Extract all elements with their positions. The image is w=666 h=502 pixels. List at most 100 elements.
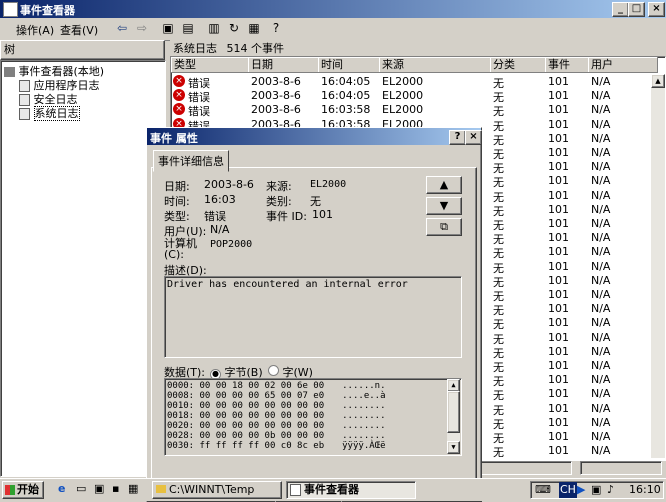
tree-view: 事件查看器(本地) 应用程序日志 安全日志 系统日志 — [0, 60, 166, 477]
col-category[interactable]: 分类 — [490, 57, 546, 73]
data-ascii: ........ — [342, 411, 386, 421]
cell-event: 101 — [548, 259, 569, 273]
tray-ime-icon[interactable]: ⌨ — [535, 482, 551, 498]
cell-user: N/A — [591, 117, 611, 131]
copy-button[interactable]: ⧉ — [426, 218, 462, 236]
data-line: 0030: ff ff ff ff 00 c0 8c eb ÿÿÿÿ.ÀŒë — [167, 441, 386, 451]
forward-arrow-icon[interactable]: ⇨ — [132, 19, 152, 37]
cmd-icon[interactable]: ▪ — [112, 482, 119, 495]
col-source[interactable]: 来源 — [379, 57, 491, 73]
log-icon — [19, 108, 30, 120]
menu-view[interactable]: 查看(V) — [56, 21, 102, 39]
tab-event-details[interactable]: 事件详细信息 — [153, 150, 229, 172]
data-hex: 0000: 00 00 18 00 02 00 6e 00 — [167, 381, 325, 391]
dialog-title: 事件 属性 — [150, 132, 198, 145]
data-ascii: ........ — [342, 401, 386, 411]
cell-event: 101 — [548, 273, 569, 287]
category-value: 无 — [310, 195, 321, 208]
radio-empty-icon — [268, 365, 279, 376]
cell-time: 16:04:05 — [321, 89, 371, 103]
vertical-scrollbar[interactable]: ▲ — [651, 74, 665, 458]
clock: 16:10 — [629, 483, 661, 496]
user-value: N/A — [210, 223, 230, 236]
data-ascii: ........ — [342, 431, 386, 441]
cell-event: 101 — [548, 75, 569, 88]
data-line: 0020: 00 00 00 00 00 00 00 00........ — [167, 421, 386, 431]
cell-user: N/A — [591, 259, 611, 273]
cell-user: N/A — [591, 202, 611, 216]
maximize-button[interactable]: □ — [628, 2, 645, 17]
cell-user: N/A — [591, 75, 611, 88]
cell-user: N/A — [591, 373, 611, 387]
cell-event: 101 — [548, 430, 569, 443]
time-label: 时间: — [164, 195, 190, 208]
cell-event: 101 — [548, 302, 569, 316]
desktop-icon[interactable]: ▭ — [76, 482, 86, 495]
table-row[interactable]: ×错误2003-8-616:03:58EL2000无101N/A — [171, 102, 651, 118]
eventid-value: 101 — [312, 208, 333, 221]
table-row[interactable]: × 错误 2003-8-6 16:04:05 EL2000 无 101 N/A — [171, 74, 651, 90]
window-title: 事件查看器 — [20, 4, 75, 17]
data-hex: 0010: 00 00 00 00 00 00 00 00 — [167, 401, 325, 411]
dialog-close-button[interactable]: × — [465, 130, 482, 145]
col-event[interactable]: 事件 — [545, 57, 589, 73]
cell-event: 101 — [548, 174, 569, 188]
explorer-icon[interactable]: ▣ — [94, 482, 104, 495]
tab-panel: 日期: 2003-8-6 来源: EL2000 时间: 16:03 类别: 无 … — [151, 167, 477, 489]
data-scroll-down[interactable]: ▼ — [447, 441, 460, 454]
refresh-icon[interactable]: ↻ — [224, 19, 244, 37]
cell-event: 101 — [548, 117, 569, 131]
data-view[interactable]: 0000: 00 00 18 00 02 00 6e 00 ......n. 000… — [164, 378, 462, 456]
show-tree-icon[interactable]: ▤ — [178, 19, 198, 37]
next-event-button[interactable]: ▼ — [426, 197, 462, 215]
data-hex: 0020: 00 00 00 00 00 00 00 00 — [167, 421, 325, 431]
export-icon[interactable]: ▦ — [244, 19, 264, 37]
ie-icon[interactable]: e — [58, 482, 65, 495]
tray-volume-icon[interactable]: ♪ — [607, 482, 614, 498]
previous-event-button[interactable]: ▲ — [426, 176, 462, 194]
table-row[interactable]: × 错误 2003-8-6 16:04:05 EL2000 无 101 N/A — [171, 88, 651, 104]
tray-network-icon[interactable]: ▣ — [591, 482, 601, 498]
cell-event: 101 — [548, 330, 569, 344]
back-arrow-icon[interactable]: ⇦ — [112, 19, 132, 37]
col-type[interactable]: 类型 — [171, 57, 249, 73]
cell-user: N/A — [591, 401, 611, 415]
tray-ime-label[interactable]: CH — [559, 482, 577, 498]
error-icon: × — [173, 89, 185, 102]
menu-action[interactable]: 操作(A) — [12, 21, 58, 39]
tree-item-system-log[interactable]: 系统日志 — [19, 105, 80, 121]
cell-user: N/A — [591, 146, 611, 159]
cell-event: 101 — [548, 288, 569, 301]
cell-user: N/A — [591, 288, 611, 301]
col-user[interactable]: 用户 — [588, 57, 658, 73]
close-button[interactable]: × — [648, 2, 665, 17]
menubar: 操作(A) 查看(V) ⇦ ⇨ ▣ ▤ ▥ ↻ ▦ ? — [0, 18, 666, 41]
col-date[interactable]: 日期 — [248, 57, 319, 73]
description-text[interactable]: Driver has encountered an internal error — [164, 276, 462, 358]
col-time[interactable]: 时间 — [318, 57, 380, 73]
window-titlebar: 事件查看器 _ □ × — [0, 0, 666, 18]
task-event-viewer[interactable]: 事件查看器 — [286, 481, 416, 499]
folder-up-icon[interactable]: ▣ — [158, 19, 178, 37]
data-line: 0000: 00 00 18 00 02 00 6e 00 ......n. — [167, 381, 386, 391]
data-line: 0008: 00 00 00 00 65 00 07 e0 ....e..à — [167, 391, 386, 401]
task-explorer[interactable]: C:\WINNT\Temp — [152, 481, 282, 499]
properties-icon[interactable]: ▥ — [204, 19, 224, 37]
quicklaunch-icon[interactable]: ▦ — [128, 482, 138, 495]
tray-play-icon[interactable]: ▶ — [577, 482, 585, 498]
data-scroll-thumb[interactable] — [447, 391, 460, 433]
cell-event: 101 — [548, 316, 569, 330]
event-viewer-icon — [290, 484, 301, 496]
tree-header: 树 — [0, 40, 165, 60]
help-icon[interactable]: ? — [266, 19, 286, 37]
cell-user: N/A — [591, 231, 611, 245]
cell-event: 101 — [548, 146, 569, 159]
start-button[interactable]: 开始 — [2, 481, 44, 499]
minimize-button[interactable]: _ — [612, 2, 629, 17]
data-scrollbar[interactable]: ▲ ▼ — [447, 379, 460, 454]
data-hex: 0008: 00 00 00 00 65 00 07 e0 — [167, 391, 325, 401]
data-line: 0010: 00 00 00 00 00 00 00 00........ — [167, 401, 386, 411]
scroll-up-arrow[interactable]: ▲ — [651, 74, 665, 88]
dialog-help-button[interactable]: ? — [449, 130, 466, 145]
data-ascii: ......n. — [342, 381, 386, 391]
